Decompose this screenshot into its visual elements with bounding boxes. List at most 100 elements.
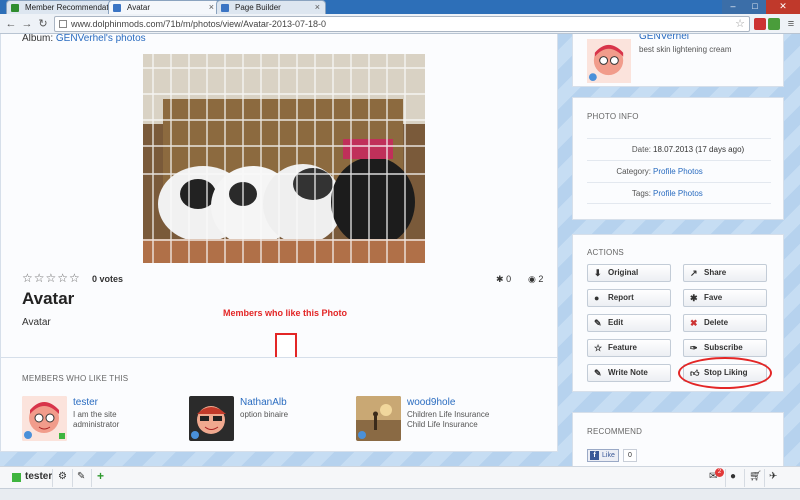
report-button[interactable]: ● Report: [587, 289, 671, 307]
section-title: RECOMMEND: [587, 427, 643, 436]
site-favicon-icon: [11, 4, 19, 12]
edit-icon: ✎: [594, 318, 602, 328]
member-name[interactable]: NathanAlb: [240, 397, 287, 408]
divider: [72, 469, 73, 487]
share-button[interactable]: ↗ Share: [683, 264, 767, 282]
write-note-button[interactable]: ✎ Write Note: [587, 364, 671, 382]
divider: [764, 469, 765, 487]
share-icon: ↗: [690, 268, 698, 278]
album-label: Album:: [22, 34, 54, 44]
notification-badge: 2: [715, 468, 724, 477]
avatar-image: [189, 396, 234, 441]
member-info-line: option binaire: [240, 410, 289, 419]
photo-description: Avatar: [22, 317, 51, 328]
asterisk-icon: ✱: [690, 293, 698, 303]
category-link[interactable]: Profile Photos: [653, 161, 703, 183]
info-label: Tags:: [631, 189, 651, 198]
member-card[interactable]: NathanAlb option binaire: [189, 396, 339, 442]
tag-link[interactable]: Profile Photos: [653, 183, 703, 205]
wrench-icon[interactable]: ✈: [769, 471, 777, 482]
member-info: Children Life Insurance Child Life Insur…: [407, 410, 489, 430]
close-window-icon[interactable]: ✕: [766, 0, 800, 14]
extension-icon[interactable]: [768, 18, 780, 30]
eye-icon: ◉: [528, 274, 536, 284]
tab-label: Avatar: [127, 3, 150, 12]
member-name[interactable]: tester: [73, 397, 98, 408]
facebook-like-count: 0: [623, 449, 637, 462]
comments-stat: ✱ 0: [496, 274, 511, 285]
button-label: Subscribe: [704, 343, 743, 352]
wrench-menu-icon[interactable]: ≡: [784, 17, 798, 31]
avatar[interactable]: [189, 396, 234, 441]
extension-icon[interactable]: [754, 18, 766, 30]
info-value: 18.07.2013 (17 days ago): [653, 145, 745, 154]
avatar[interactable]: [587, 39, 631, 83]
delete-x-icon: ✖: [690, 318, 698, 328]
member-card[interactable]: tester I am the site administrator: [22, 396, 172, 442]
button-label: Fave: [704, 293, 723, 302]
info-row-tags: Tags: Profile Photos: [587, 182, 771, 204]
feature-button[interactable]: ☆ Feature: [587, 339, 671, 357]
section-title: MEMBERS WHO LIKE THIS: [22, 374, 129, 383]
back-icon[interactable]: ←: [4, 17, 18, 31]
close-tab-icon[interactable]: ×: [209, 1, 214, 14]
forward-icon[interactable]: →: [20, 17, 34, 31]
photo-image[interactable]: [143, 54, 425, 263]
member-name[interactable]: wood9hole: [407, 397, 455, 408]
url-text: www.dolphinmods.com/71b/m/photos/view/Av…: [71, 19, 326, 29]
photo-info-card: PHOTO INFO Date: 18.07.2013 (17 days ago…: [572, 97, 784, 220]
votes-count: 0 votes: [92, 274, 124, 284]
button-label: Original: [608, 268, 639, 277]
facebook-like-button[interactable]: f Like: [587, 449, 619, 462]
owner-name[interactable]: GENVerhel: [639, 34, 689, 42]
window-controls: – □ ✕: [722, 0, 800, 14]
avatar[interactable]: [356, 396, 401, 441]
avatar-image: [356, 396, 401, 441]
avatar-image: [22, 396, 67, 441]
edit-icon[interactable]: ✎: [77, 471, 85, 482]
edit-button[interactable]: ✎ Edit: [587, 314, 671, 332]
subscribe-button[interactable]: ✑ Subscribe: [683, 339, 767, 357]
divider: [744, 469, 745, 487]
star-rating[interactable]: ☆☆☆☆☆: [22, 271, 81, 285]
maximize-icon[interactable]: □: [744, 0, 766, 14]
add-icon[interactable]: +: [97, 469, 104, 483]
button-label: Report: [608, 293, 634, 302]
cart-icon[interactable]: 🛒︎: [749, 471, 762, 482]
owner-info: best skin lightening cream: [639, 45, 732, 54]
section-title: PHOTO INFO: [587, 112, 639, 121]
reload-icon[interactable]: ↻: [36, 17, 50, 31]
tab-avatar[interactable]: Avatar ×: [108, 0, 220, 14]
gear-icon[interactable]: ⚙: [58, 471, 67, 482]
tab-label: Page Builder: [235, 3, 281, 12]
member-card[interactable]: wood9hole Children Life Insurance Child …: [356, 396, 536, 442]
minimize-icon[interactable]: –: [722, 0, 744, 14]
close-tab-icon[interactable]: ×: [315, 1, 320, 14]
user-icon[interactable]: ●: [730, 471, 736, 482]
current-user-name[interactable]: tester: [25, 471, 52, 482]
note-icon: ✎: [594, 368, 602, 378]
recommend-card: RECOMMEND f Like 0 +1 0: [572, 412, 784, 466]
fave-button[interactable]: ✱ Fave: [683, 289, 767, 307]
info-row-category: Category: Profile Photos: [587, 160, 771, 182]
facebook-icon: f: [590, 451, 599, 460]
avatar[interactable]: [22, 396, 67, 441]
button-label: Write Note: [608, 368, 648, 377]
member-info: I am the site administrator: [73, 410, 119, 430]
delete-button[interactable]: ✖ Delete: [683, 314, 767, 332]
button-label: Share: [704, 268, 727, 277]
original-button[interactable]: ⬇ Original: [587, 264, 671, 282]
alert-icon: ●: [594, 293, 600, 303]
tab-member-recommendation[interactable]: Member Recommendatio ×: [6, 0, 124, 14]
album-link[interactable]: GENVerhel's photos: [56, 34, 146, 44]
address-bar[interactable]: www.dolphinmods.com/71b/m/photos/view/Av…: [54, 16, 750, 32]
button-label: Like: [602, 452, 615, 459]
tab-label: Member Recommendatio: [25, 3, 115, 12]
bookmark-star-icon[interactable]: ☆: [735, 17, 745, 31]
divider: [725, 469, 726, 487]
site-favicon-icon: [221, 4, 229, 12]
info-row-date: Date: 18.07.2013 (17 days ago): [587, 138, 771, 160]
views-count: 2: [538, 274, 544, 284]
tab-page-builder[interactable]: Page Builder ×: [216, 0, 326, 14]
page-icon: [59, 20, 67, 28]
